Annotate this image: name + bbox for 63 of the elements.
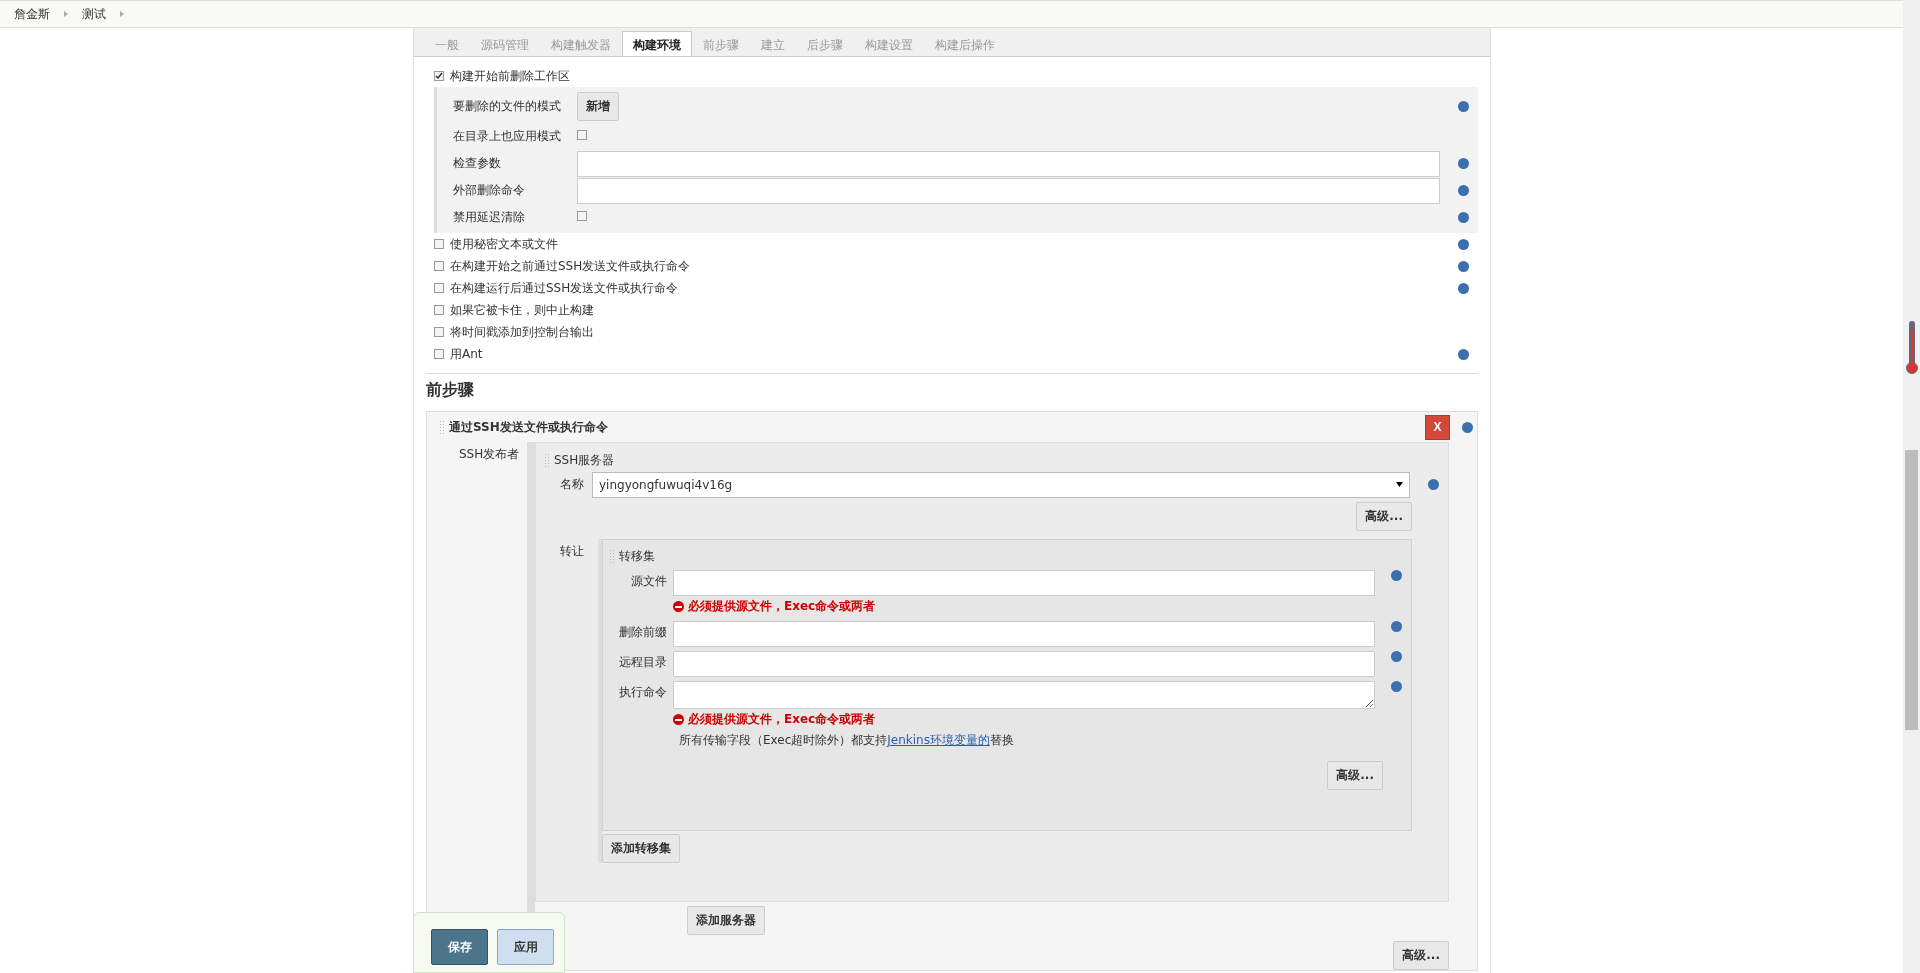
error-icon: [673, 601, 684, 612]
field-label: 名称: [560, 476, 584, 493]
option-label: 构建开始前删除工作区: [450, 67, 570, 85]
section-heading: 前步骤: [426, 379, 475, 401]
checkbox[interactable]: [434, 261, 444, 271]
field-label: 转让: [559, 543, 585, 560]
checkbox[interactable]: [434, 349, 444, 359]
add-transfer-set-button[interactable]: 添加转移集: [602, 834, 680, 863]
server-title: SSH服务器: [554, 451, 615, 469]
delete-button[interactable]: X: [1425, 414, 1450, 440]
server-select[interactable]: yingyongfuwuqi4v16g: [592, 471, 1410, 498]
checkbox[interactable]: [577, 211, 587, 221]
option-label: 使用秘密文本或文件: [450, 235, 559, 253]
checkbox[interactable]: [434, 71, 444, 81]
save-button[interactable]: 保存: [431, 929, 488, 965]
field-label: 源文件: [630, 573, 667, 590]
input-field[interactable]: [673, 651, 1375, 677]
checkbox[interactable]: [434, 283, 444, 293]
checkbox[interactable]: [434, 239, 444, 249]
field-label: 要删除的文件的模式: [453, 97, 562, 115]
input-field[interactable]: [673, 621, 1375, 647]
env-vars-link[interactable]: Jenkins环境变量的: [887, 733, 990, 747]
dropdown-icon: [1396, 482, 1403, 487]
option-label: 在构建运行后通过SSH发送文件或执行命令: [450, 279, 680, 297]
advanced-button[interactable]: 高级...: [1393, 941, 1449, 970]
field-label: 远程目录: [618, 654, 667, 671]
breadcrumb-link[interactable]: 詹金斯: [14, 5, 50, 23]
hint-text: 所有传输字段（Exec超时除外）都支持Jenkins环境变量的替换: [678, 732, 1015, 749]
field-label: 检查参数: [453, 155, 502, 172]
option-label: 如果它被卡住，则中止构建: [450, 301, 595, 319]
command-textarea[interactable]: [673, 681, 1375, 709]
option-label: 在构建开始之前通过SSH发送文件或执行命令: [450, 257, 692, 275]
scrollbar[interactable]: [1903, 0, 1920, 973]
field-label: 执行命令: [618, 684, 667, 701]
field-label: 外部删除命令: [453, 182, 526, 199]
advanced-button[interactable]: 高级...: [1356, 502, 1412, 531]
error-message: 必须提供源文件，Exec命令或两者: [688, 711, 876, 728]
chevron-icon: [120, 11, 124, 17]
thermometer-icon: [1906, 320, 1918, 376]
breadcrumb-link[interactable]: 测试: [82, 5, 106, 23]
apply-button[interactable]: 应用: [497, 929, 554, 965]
scrollbar-thumb[interactable]: [1905, 450, 1918, 730]
checkbox[interactable]: [577, 130, 587, 140]
field-label: 在目录上也应用模式: [453, 128, 562, 145]
step-title: 通过SSH发送文件或执行命令: [449, 418, 609, 436]
field-label: 禁用延迟清除: [453, 209, 526, 226]
input-field[interactable]: [577, 150, 1440, 177]
chevron-icon: [64, 11, 68, 17]
add-server-button[interactable]: 添加服务器: [687, 906, 765, 935]
input-field[interactable]: [577, 177, 1440, 204]
field-label: SSH发布者: [458, 446, 521, 463]
error-icon: [673, 714, 684, 725]
transfer-set-title: 转移集: [619, 547, 655, 565]
input-field[interactable]: [673, 570, 1375, 596]
option-label: 用Ant: [450, 345, 484, 363]
tab[interactable]: 构建环境: [622, 31, 692, 56]
checkbox[interactable]: [434, 305, 444, 315]
advanced-button[interactable]: 高级...: [1327, 761, 1383, 790]
add-button[interactable]: 新增: [577, 91, 619, 121]
option-label: 将时间戳添加到控制台输出: [450, 323, 595, 341]
error-message: 必须提供源文件，Exec命令或两者: [688, 598, 876, 615]
checkbox[interactable]: [434, 327, 444, 337]
field-label: 删除前缀: [618, 624, 667, 641]
